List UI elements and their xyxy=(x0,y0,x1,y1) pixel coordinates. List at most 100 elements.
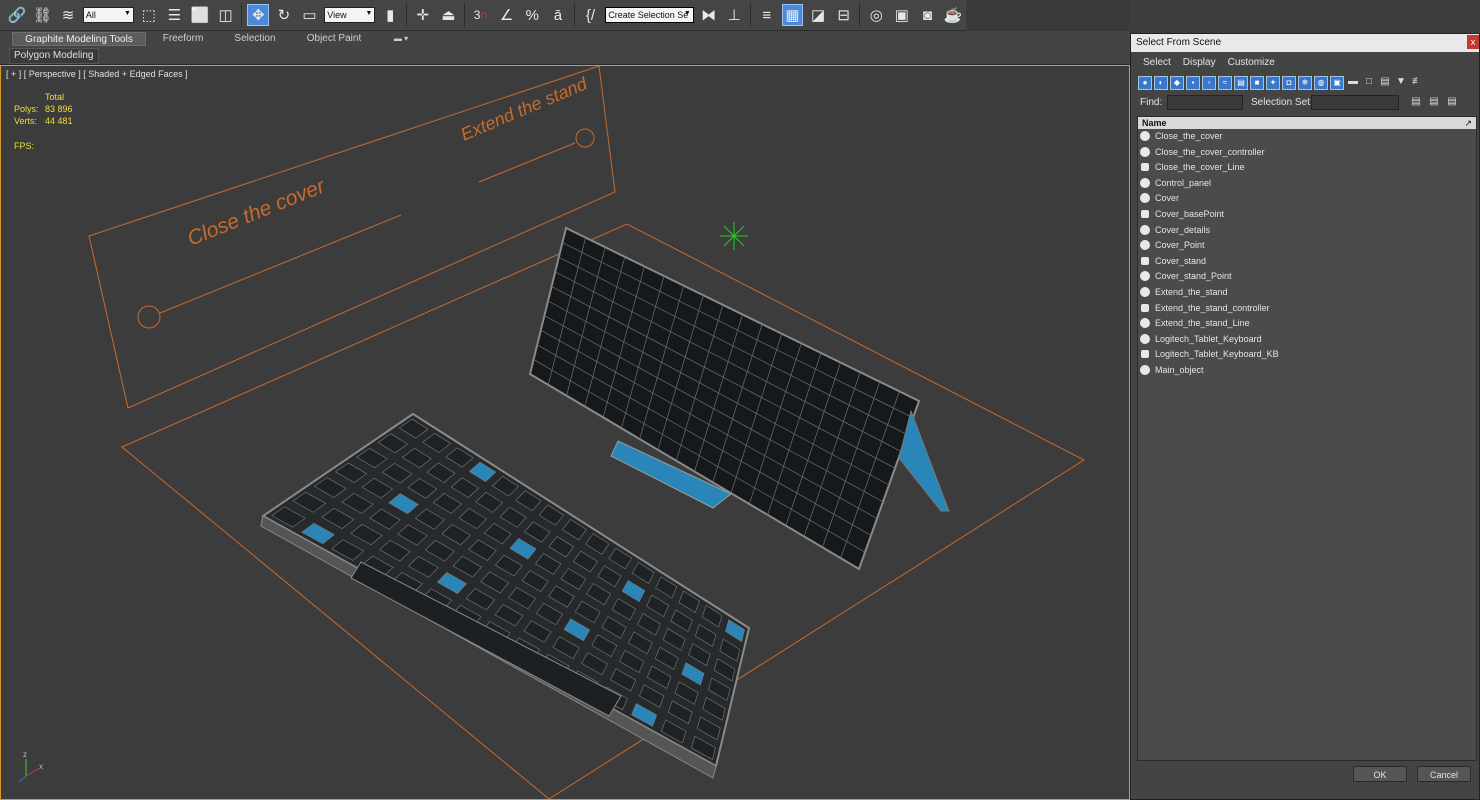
layer-manager-icon[interactable]: ≡ xyxy=(756,4,778,26)
graphite-toggle-icon[interactable]: ▦ xyxy=(781,4,804,26)
svg-text:x: x xyxy=(39,762,43,771)
scene-canvas[interactable]: Close the cover Extend the stand z x xyxy=(1,66,1129,799)
link-icon[interactable]: 🔗 xyxy=(6,4,28,26)
list-item[interactable]: Cover_Point xyxy=(1138,238,1476,254)
display-frozen-icon[interactable]: ❄ xyxy=(1298,76,1312,90)
align-icon[interactable]: ⊥ xyxy=(723,4,745,26)
display-xrefs-icon[interactable]: ■ xyxy=(1250,76,1264,90)
polygon-modeling-panel[interactable]: Polygon Modeling xyxy=(9,48,99,64)
reference-coordinate-dropdown[interactable]: View xyxy=(324,7,376,23)
main-toolbar: 🔗 ⛓ ≋ All ⬚ ☰ ⬜ ◫ ✥ ↻ ▭ View ▮ ✛ ⏏ 3∩ ∠ … xyxy=(0,0,966,31)
select-all-icon[interactable]: ▤ xyxy=(1409,96,1423,110)
display-hidden-icon[interactable]: ◍ xyxy=(1314,76,1328,90)
dialog-title-bar[interactable]: Select From Scene x xyxy=(1131,34,1479,52)
dialog-menu-bar: Select Display Customize xyxy=(1131,52,1479,72)
scene-object-list[interactable]: Name ↗ Close_the_cover Close_the_cover_co… xyxy=(1137,116,1477,761)
list-item[interactable]: Control_panel xyxy=(1138,176,1476,192)
display-none-icon[interactable]: ▬ xyxy=(1346,76,1360,90)
display-geometry-icon[interactable]: ● xyxy=(1138,76,1152,90)
selection-set-dropdown[interactable] xyxy=(1311,95,1399,110)
extend-stand-handle xyxy=(575,128,595,148)
list-item[interactable]: Close_the_cover_Line xyxy=(1138,160,1476,176)
rotate-icon[interactable]: ↻ xyxy=(273,4,295,26)
display-helpers-icon[interactable]: ▫ xyxy=(1202,76,1216,90)
filter-icon[interactable]: ▼ xyxy=(1394,76,1408,90)
ok-button[interactable]: OK xyxy=(1353,766,1407,782)
select-none-icon[interactable]: ▤ xyxy=(1427,96,1441,110)
bind-spacewarp-icon[interactable]: ≋ xyxy=(57,4,79,26)
sort-icon[interactable]: ▤ xyxy=(1378,76,1392,90)
display-shapes-icon[interactable]: ◐ xyxy=(1154,76,1168,90)
cancel-button[interactable]: Cancel xyxy=(1417,766,1471,782)
dialog-filter-toolbar: ● ◐ ◆ ▪ ▫ ≈ ▤ ■ ✦ ◘ ❄ ◍ ▣ ▬ □ ▤ ▼ ≢ xyxy=(1131,72,1479,94)
spinner-snap-icon[interactable]: ā xyxy=(547,4,569,26)
selection-filter-dropdown[interactable]: All xyxy=(82,7,134,23)
use-pivot-icon[interactable]: ▮ xyxy=(379,4,401,26)
ribbon-options-icon[interactable]: ▬ ▾ xyxy=(388,32,414,46)
menu-select[interactable]: Select xyxy=(1143,57,1171,68)
list-item[interactable]: Extend_the_stand xyxy=(1138,285,1476,301)
percent-snap-icon[interactable]: % xyxy=(521,4,543,26)
snaps-toggle-icon[interactable]: 3 ∩ xyxy=(470,4,492,26)
select-invert-icon[interactable]: ▤ xyxy=(1445,96,1459,110)
list-item[interactable]: Close_the_cover_controller xyxy=(1138,145,1476,161)
list-item[interactable]: Close_the_cover xyxy=(1138,129,1476,145)
list-item-label: Close_the_cover_Line xyxy=(1155,162,1245,173)
viewport-label[interactable]: [ + ] [ Perspective ] [ Shaded + Edged F… xyxy=(6,69,188,79)
select-manipulate-icon[interactable]: ✛ xyxy=(412,4,434,26)
list-item[interactable]: Main_object xyxy=(1138,363,1476,379)
name-column-header[interactable]: Name ↗ xyxy=(1138,117,1476,129)
selection-set-label: Selection Set: xyxy=(1251,97,1313,108)
named-selection-set-dropdown[interactable]: Create Selection Se xyxy=(605,7,694,23)
tab-selection[interactable]: Selection xyxy=(220,32,290,46)
tablet-cover-object[interactable] xyxy=(528,226,950,571)
perspective-viewport[interactable]: Close the cover Extend the stand z x [+… xyxy=(0,65,1130,800)
list-item[interactable]: Logitech_Tablet_Keyboard_KB xyxy=(1138,347,1476,363)
display-bones-icon[interactable]: ✦ xyxy=(1266,76,1280,90)
move-icon[interactable]: ✥ xyxy=(247,4,270,26)
list-item[interactable]: Cover_details xyxy=(1138,223,1476,239)
select-by-name-icon[interactable]: ☰ xyxy=(164,4,186,26)
list-item-label: Extend_the_stand_Line xyxy=(1155,318,1250,329)
close-icon[interactable]: x xyxy=(1467,35,1479,49)
rect-selection-icon[interactable]: ⬜ xyxy=(189,4,211,26)
list-item[interactable]: Extend_the_stand_controller xyxy=(1138,301,1476,317)
list-item[interactable]: Extend_the_stand_Line xyxy=(1138,316,1476,332)
display-lights-icon[interactable]: ◆ xyxy=(1170,76,1184,90)
list-item[interactable]: Cover_stand_Point xyxy=(1138,269,1476,285)
display-spacewarps-icon[interactable]: ≈ xyxy=(1218,76,1232,90)
window-crossing-icon[interactable]: ◫ xyxy=(215,4,237,26)
render-setup-icon[interactable]: ▣ xyxy=(891,4,913,26)
curve-editor-icon[interactable]: ◪ xyxy=(807,4,829,26)
list-item[interactable]: Logitech_Tablet_Keyboard xyxy=(1138,332,1476,348)
menu-customize[interactable]: Customize xyxy=(1228,57,1275,68)
object-type-icon xyxy=(1141,163,1149,172)
keyboard-shortcut-icon[interactable]: ⏏ xyxy=(438,4,460,26)
render-icon[interactable]: ☕ xyxy=(942,4,964,26)
tab-graphite-modeling-tools[interactable]: Graphite Modeling Tools xyxy=(12,32,146,46)
filter-options-icon[interactable]: ≢ xyxy=(1410,76,1424,90)
schematic-view-icon[interactable]: ⊟ xyxy=(833,4,855,26)
display-all-icon[interactable]: ▣ xyxy=(1330,76,1344,90)
find-input[interactable] xyxy=(1167,95,1243,110)
select-object-icon[interactable]: ⬚ xyxy=(138,4,160,26)
display-invert-icon[interactable]: □ xyxy=(1362,76,1376,90)
angle-snap-icon[interactable]: ∠ xyxy=(496,4,518,26)
display-containers-icon[interactable]: ◘ xyxy=(1282,76,1296,90)
scale-icon[interactable]: ▭ xyxy=(299,4,321,26)
material-editor-icon[interactable]: ◎ xyxy=(865,4,887,26)
list-item[interactable]: Cover_stand xyxy=(1138,254,1476,270)
unlink-icon[interactable]: ⛓ xyxy=(32,4,54,26)
edit-named-sets-icon[interactable]: {/ xyxy=(580,4,602,26)
rendered-frame-icon[interactable]: ◙ xyxy=(917,4,939,26)
tab-freeform[interactable]: Freeform xyxy=(150,32,216,46)
object-type-icon xyxy=(1141,303,1149,312)
menu-display[interactable]: Display xyxy=(1183,57,1216,68)
display-cameras-icon[interactable]: ▪ xyxy=(1186,76,1200,90)
display-groups-icon[interactable]: ▤ xyxy=(1234,76,1248,90)
list-item[interactable]: Cover xyxy=(1138,191,1476,207)
mirror-icon[interactable]: ⧓ xyxy=(698,4,720,26)
object-type-icon xyxy=(1140,333,1150,344)
list-item[interactable]: Cover_basePoint xyxy=(1138,207,1476,223)
tab-object-paint[interactable]: Object Paint xyxy=(296,32,372,46)
